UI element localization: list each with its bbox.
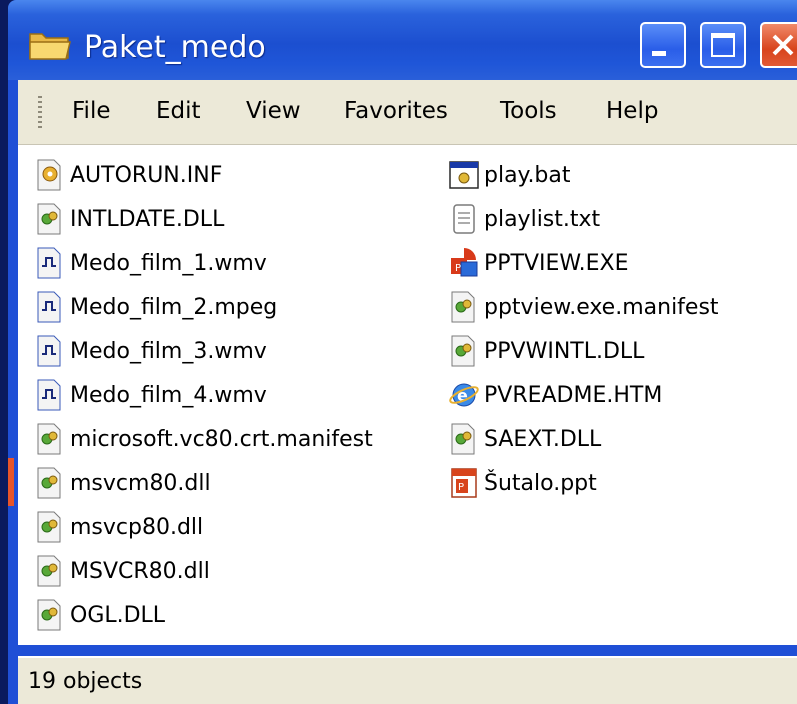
powerpoint-viewer-icon: P — [448, 246, 480, 280]
explorer-window: Paket_medo File Edit View Favorites Tool… — [8, 0, 797, 704]
dll-icon — [448, 334, 480, 368]
file-item-medo-film-4[interactable]: Medo_film_4.wmv — [34, 375, 267, 415]
title-bar[interactable]: Paket_medo — [8, 0, 797, 80]
file-item-pptview-manifest[interactable]: pptview.exe.manifest — [448, 287, 719, 327]
file-name: Medo_film_4.wmv — [70, 382, 267, 408]
file-item-play-bat[interactable]: play.bat — [448, 155, 571, 195]
file-name: play.bat — [484, 162, 571, 188]
file-item-saext-dll[interactable]: SAEXT.DLL — [448, 419, 601, 459]
minimize-icon — [652, 51, 666, 56]
maximize-button[interactable] — [700, 22, 746, 68]
internet-explorer-icon: e — [448, 378, 480, 412]
dll-icon — [448, 422, 480, 456]
background-window-edge — [8, 458, 14, 506]
svg-text:P: P — [458, 482, 464, 493]
file-name: MSVCR80.dll — [70, 558, 210, 584]
file-item-vc80-manifest[interactable]: microsoft.vc80.crt.manifest — [34, 419, 373, 459]
menu-edit[interactable]: Edit — [156, 96, 201, 126]
dll-icon — [34, 422, 66, 456]
file-item-medo-film-1[interactable]: Medo_film_1.wmv — [34, 243, 267, 283]
text-file-icon — [448, 202, 480, 236]
minimize-button[interactable] — [640, 22, 686, 68]
file-item-msvcp80-dll[interactable]: msvcp80.dll — [34, 507, 203, 547]
file-name: INTLDATE.DLL — [70, 206, 225, 232]
file-name: msvcp80.dll — [70, 514, 204, 540]
powerpoint-file-icon: P — [448, 466, 480, 500]
file-item-ppvwintl-dll[interactable]: PPVWINTL.DLL — [448, 331, 644, 371]
file-name: msvcm80.dll — [70, 470, 211, 496]
window-title: Paket_medo — [84, 30, 266, 65]
window-left-border — [8, 80, 18, 704]
file-item-ogl-dll[interactable]: OGL.DLL — [34, 595, 165, 635]
menu-file[interactable]: File — [72, 96, 111, 126]
settings-file-icon — [34, 158, 66, 192]
svg-text:P: P — [455, 263, 461, 274]
file-item-intldate-dll[interactable]: INTLDATE.DLL — [34, 199, 224, 239]
dll-icon — [34, 554, 66, 588]
dll-icon — [34, 510, 66, 544]
menu-view[interactable]: View — [246, 96, 301, 126]
file-name: SAEXT.DLL — [484, 426, 602, 452]
toolbar-grip-handle[interactable] — [38, 96, 42, 130]
file-name: Medo_film_1.wmv — [70, 250, 267, 276]
media-file-icon — [34, 378, 66, 412]
file-name: PVREADME.HTM — [484, 382, 663, 408]
file-name: PPTVIEW.EXE — [484, 250, 629, 276]
file-item-pvreadme-htm[interactable]: e PVREADME.HTM — [448, 375, 662, 415]
media-file-icon — [34, 290, 66, 324]
menu-bar: File Edit View Favorites Tools Help — [18, 80, 797, 145]
file-name: AUTORUN.INF — [70, 162, 223, 188]
menu-favorites[interactable]: Favorites — [344, 96, 448, 126]
file-name: PPVWINTL.DLL — [484, 338, 645, 364]
close-button[interactable] — [760, 22, 797, 68]
status-object-count: 19 objects — [28, 669, 143, 694]
file-item-msvcm80-dll[interactable]: msvcm80.dll — [34, 463, 211, 503]
file-name: pptview.exe.manifest — [484, 294, 719, 320]
file-item-medo-film-2[interactable]: Medo_film_2.mpeg — [34, 287, 277, 327]
status-bar: 19 objects — [18, 656, 797, 704]
file-item-medo-film-3[interactable]: Medo_film_3.wmv — [34, 331, 267, 371]
file-name: Šutalo.ppt — [484, 470, 597, 496]
batch-file-icon — [448, 158, 480, 192]
dll-icon — [34, 466, 66, 500]
file-name: Medo_film_3.wmv — [70, 338, 267, 364]
dll-icon — [448, 290, 480, 324]
file-list-pane: AUTORUN.INF INTLDATE.DLL Medo_film_1.wmv — [18, 145, 797, 645]
menu-tools[interactable]: Tools — [500, 96, 557, 126]
file-item-autorun-inf[interactable]: AUTORUN.INF — [34, 155, 222, 195]
file-name: OGL.DLL — [70, 602, 166, 628]
media-file-icon — [34, 334, 66, 368]
file-item-playlist-txt[interactable]: playlist.txt — [448, 199, 600, 239]
maximize-icon — [711, 33, 735, 57]
close-icon — [772, 34, 794, 56]
menu-help[interactable]: Help — [606, 96, 658, 126]
file-item-sutalo-ppt[interactable]: P Šutalo.ppt — [448, 463, 597, 503]
dll-icon — [34, 598, 66, 632]
media-file-icon — [34, 246, 66, 280]
file-name: microsoft.vc80.crt.manifest — [70, 426, 373, 452]
dll-icon — [34, 202, 66, 236]
file-name: Medo_film_2.mpeg — [70, 294, 278, 320]
file-item-msvcr80-dll[interactable]: MSVCR80.dll — [34, 551, 210, 591]
file-item-pptview-exe[interactable]: P PPTVIEW.EXE — [448, 243, 629, 283]
folder-icon — [28, 28, 72, 62]
file-name: playlist.txt — [484, 206, 601, 232]
